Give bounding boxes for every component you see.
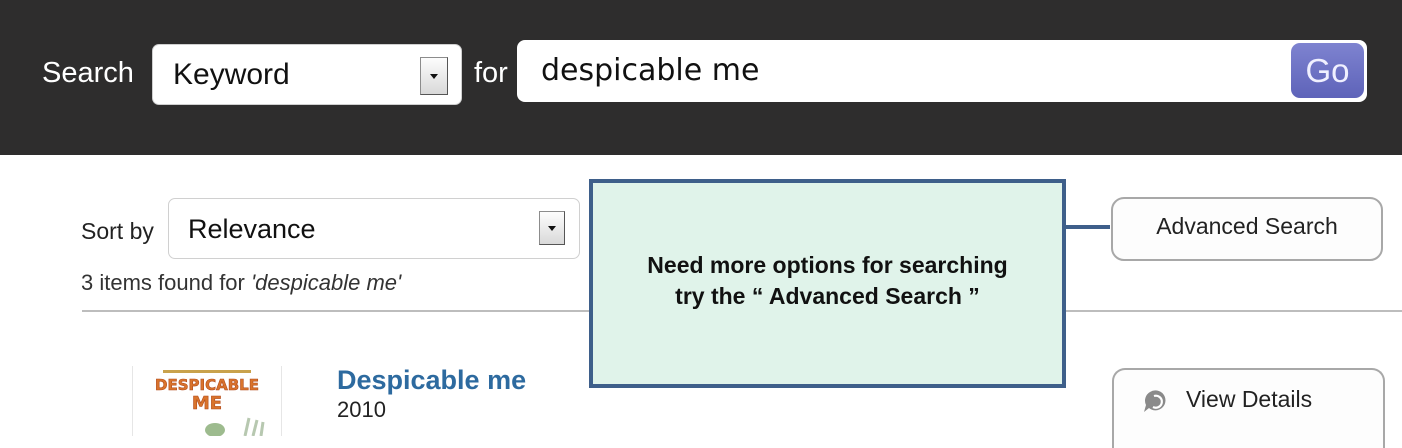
search-input[interactable]: [541, 52, 1281, 90]
sort-label: Sort by: [81, 218, 154, 244]
callout-connector: [1066, 225, 1110, 229]
search-field[interactable]: Go: [517, 40, 1367, 102]
cover-title-line-1: DESPICABLE: [155, 376, 259, 394]
refresh-chat-icon: [1144, 390, 1166, 412]
view-details-label: View Details: [1186, 386, 1313, 412]
help-callout: Need more options for searching try the …: [589, 179, 1066, 388]
cover-art: DESPICABLE ME: [133, 366, 281, 436]
search-bar: Search Keyword for Go: [0, 0, 1402, 155]
results-count-text: 3 items found for: [81, 270, 251, 295]
go-button[interactable]: Go: [1291, 43, 1364, 98]
results-count: 3 items found for 'despicable me': [81, 269, 401, 297]
view-details-button[interactable]: View Details: [1112, 368, 1385, 448]
chevron-down-icon[interactable]: [420, 57, 448, 95]
callout-line-1: Need more options for searching: [647, 252, 1008, 278]
sort-value: Relevance: [188, 214, 316, 244]
result-title-link[interactable]: Despicable me: [337, 364, 526, 396]
chevron-down-icon[interactable]: [539, 211, 565, 245]
search-type-select[interactable]: Keyword: [152, 44, 462, 105]
search-type-value: Keyword: [173, 58, 290, 91]
sort-select[interactable]: Relevance: [168, 198, 580, 259]
advanced-search-button[interactable]: Advanced Search: [1111, 197, 1383, 261]
for-label: for: [474, 57, 508, 89]
cover-title-line-2: ME: [192, 393, 222, 414]
callout-line-2: try the “ Advanced Search ”: [675, 283, 980, 309]
result-year: 2010: [337, 397, 386, 422]
search-label: Search: [42, 57, 134, 89]
cover-image[interactable]: DESPICABLE ME: [132, 366, 282, 436]
results-query: 'despicable me': [250, 270, 402, 295]
